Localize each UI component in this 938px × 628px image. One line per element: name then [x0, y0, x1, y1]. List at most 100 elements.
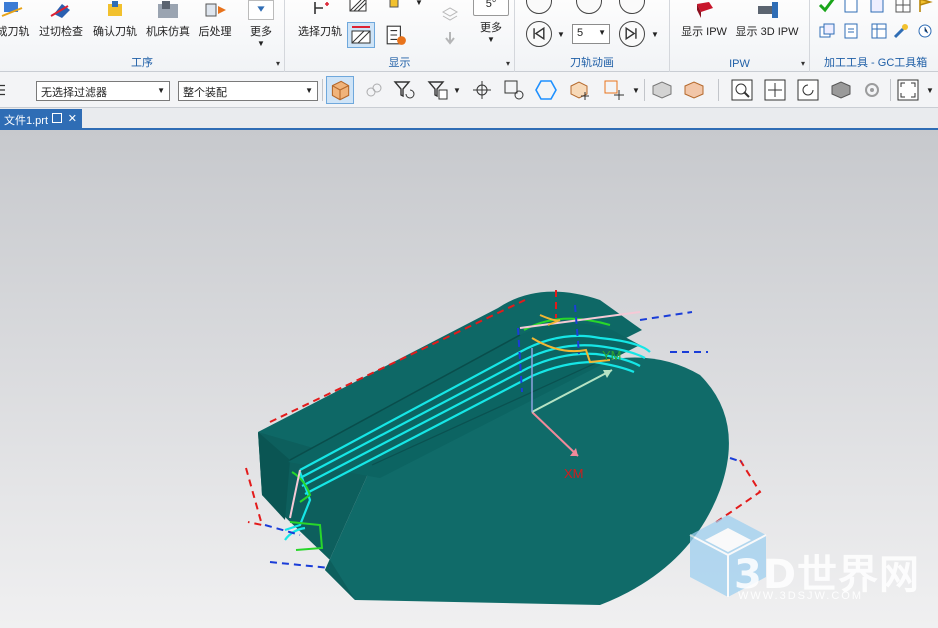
ipw-group-label: IPW	[729, 58, 750, 70]
chevron-down-icon: ▼	[157, 86, 165, 95]
tool-display-dropdown-icon[interactable]: ▼	[415, 0, 423, 7]
hatch-display-icon[interactable]	[349, 0, 367, 16]
shaded-box-icon[interactable]	[650, 78, 674, 102]
filter-dropdown-icon[interactable]: ▼	[453, 86, 461, 95]
generate-toolpath-button[interactable]: 成刀轨	[0, 0, 32, 39]
graphics-viewport[interactable]: XM YM 3D世界网 WWW.3DSJW.COM	[0, 130, 938, 628]
show-3d-ipw-label: 显示 3D IPW	[735, 26, 799, 38]
list-display-icon[interactable]	[385, 24, 407, 46]
selection-filter-value: 无选择过滤器	[41, 87, 107, 99]
section-view-icon[interactable]	[347, 22, 375, 48]
settings-gear-icon[interactable]	[860, 78, 884, 102]
sheet-icon[interactable]	[868, 0, 886, 14]
check-icon[interactable]	[818, 0, 836, 14]
page-icon[interactable]	[842, 22, 860, 40]
copy-icon[interactable]	[818, 22, 836, 40]
table-icon[interactable]	[870, 22, 888, 40]
layers-icon	[441, 7, 459, 21]
fast-forward-button[interactable]	[619, 21, 645, 47]
point-snap-icon[interactable]	[602, 78, 626, 102]
arrow-down-icon	[445, 32, 455, 45]
document-icon[interactable]	[842, 0, 860, 14]
rewind-icon	[533, 26, 545, 41]
rewind-dropdown-icon[interactable]: ▼	[557, 30, 565, 39]
menu-icon[interactable]	[0, 78, 14, 102]
tool-display-icon[interactable]	[385, 0, 403, 14]
display-group-label: 显示	[388, 57, 411, 69]
ipw-icon	[697, 2, 713, 18]
machine-simulation-button[interactable]: 机床仿真	[145, 0, 191, 39]
display-more-button[interactable]: 5° 更多 ▼	[471, 0, 511, 44]
selection-scope-select[interactable]: 整个装配 ▼	[178, 81, 318, 101]
verify-toolpath-icon	[108, 1, 122, 16]
postprocess-icon	[205, 3, 226, 17]
filter-reset-icon[interactable]	[392, 78, 416, 102]
operation-more-button[interactable]: 更多 ▼	[242, 0, 280, 48]
fullscreen-icon[interactable]	[896, 78, 920, 102]
filter-list-icon[interactable]	[426, 78, 450, 102]
postprocess-button[interactable]: 后处理	[196, 0, 234, 39]
hexagon-icon[interactable]	[534, 78, 558, 102]
close-icon[interactable]: ✕	[68, 112, 77, 125]
watermark-url: WWW.3DSJW.COM	[738, 590, 863, 602]
divider	[718, 79, 719, 101]
pan-icon[interactable]	[763, 78, 787, 102]
group-expand-icon[interactable]: ▾	[276, 59, 280, 68]
animation-group-label: 刀轨动画	[570, 57, 614, 69]
gouge-check-label: 过切检查	[39, 26, 83, 38]
snap-dropdown-icon[interactable]: ▼	[632, 86, 640, 95]
rewind-button[interactable]	[526, 21, 552, 47]
ribbon: 成刀轨 过切检查 确认刀轨 机床仿真 后处理 更多 ▼ 工序 ▾ 选择刀轨 ▼ …	[0, 0, 938, 72]
flag-icon[interactable]	[916, 0, 934, 14]
animation-group: ▼ 5 ▼ ▼ 刀轨动画	[515, 0, 670, 72]
show-3d-ipw-button[interactable]: 显示 3D IPW	[734, 0, 800, 39]
box-point-icon[interactable]	[568, 78, 592, 102]
select-face-icon[interactable]	[502, 78, 526, 102]
axis-x-label: XM	[564, 466, 584, 481]
tools-group: 加工工具 - GC工具箱	[810, 0, 938, 72]
select-toolpath-button[interactable]: 选择刀轨	[295, 0, 345, 39]
tool-wrench-icon[interactable]	[892, 22, 910, 40]
group-expand-icon[interactable]: ▾	[506, 59, 510, 68]
group-expand-icon[interactable]: ▾	[801, 59, 805, 68]
selection-bar: 无选择过滤器 ▼ 整个装配 ▼ ▼ ▼ ▼	[0, 72, 938, 108]
ipw-group: 显示 IPW 显示 3D IPW IPW ▾	[670, 0, 810, 72]
machine-simulation-label: 机床仿真	[146, 26, 190, 38]
more-icon	[248, 0, 274, 20]
pause-button[interactable]	[576, 0, 602, 14]
play-button[interactable]	[619, 0, 645, 14]
tools-group-label: 加工工具 - GC工具箱	[824, 57, 928, 69]
popout-icon[interactable]	[52, 113, 62, 123]
grid-icon[interactable]	[894, 0, 912, 14]
angle-field[interactable]: 5°	[473, 0, 509, 16]
show-ipw-button[interactable]: 显示 IPW	[678, 0, 730, 39]
forward-dropdown-icon[interactable]: ▼	[651, 30, 659, 39]
part-model[interactable]	[258, 291, 729, 605]
document-tab-label: 文件1.prt	[4, 115, 49, 127]
generate-toolpath-icon	[1, 2, 23, 17]
select-body-icon[interactable]	[326, 76, 354, 104]
rotate-icon[interactable]	[796, 78, 820, 102]
gouge-check-button[interactable]: 过切检查	[38, 0, 84, 39]
select-toolpath-icon	[314, 2, 329, 14]
snap-point-icon[interactable]	[470, 78, 494, 102]
shaded-view-icon[interactable]	[829, 78, 853, 102]
step-back-button[interactable]	[526, 0, 552, 14]
operation-more-label: 更多	[250, 26, 272, 38]
link-icon[interactable]	[362, 78, 386, 102]
operation-group: 成刀轨 过切检查 确认刀轨 机床仿真 后处理 更多 ▼ 工序 ▾	[0, 0, 285, 72]
fit-view-icon[interactable]	[730, 78, 754, 102]
wire-box-icon[interactable]	[682, 78, 706, 102]
clock-icon[interactable]	[916, 22, 934, 40]
verify-toolpath-label: 确认刀轨	[93, 26, 137, 38]
show-ipw-label: 显示 IPW	[681, 26, 727, 38]
chevron-down-icon: ▼	[257, 39, 265, 48]
select-toolpath-label: 选择刀轨	[298, 26, 342, 38]
gouge-check-icon	[50, 4, 70, 18]
selection-filter-select[interactable]: 无选择过滤器 ▼	[36, 81, 170, 101]
view-dropdown-icon[interactable]: ▼	[926, 86, 934, 95]
divider	[890, 79, 891, 101]
verify-toolpath-button[interactable]: 确认刀轨	[92, 0, 138, 39]
animation-speed-select[interactable]: 5 ▼	[572, 24, 610, 44]
document-tab[interactable]: 文件1.prt ✕	[0, 109, 82, 130]
